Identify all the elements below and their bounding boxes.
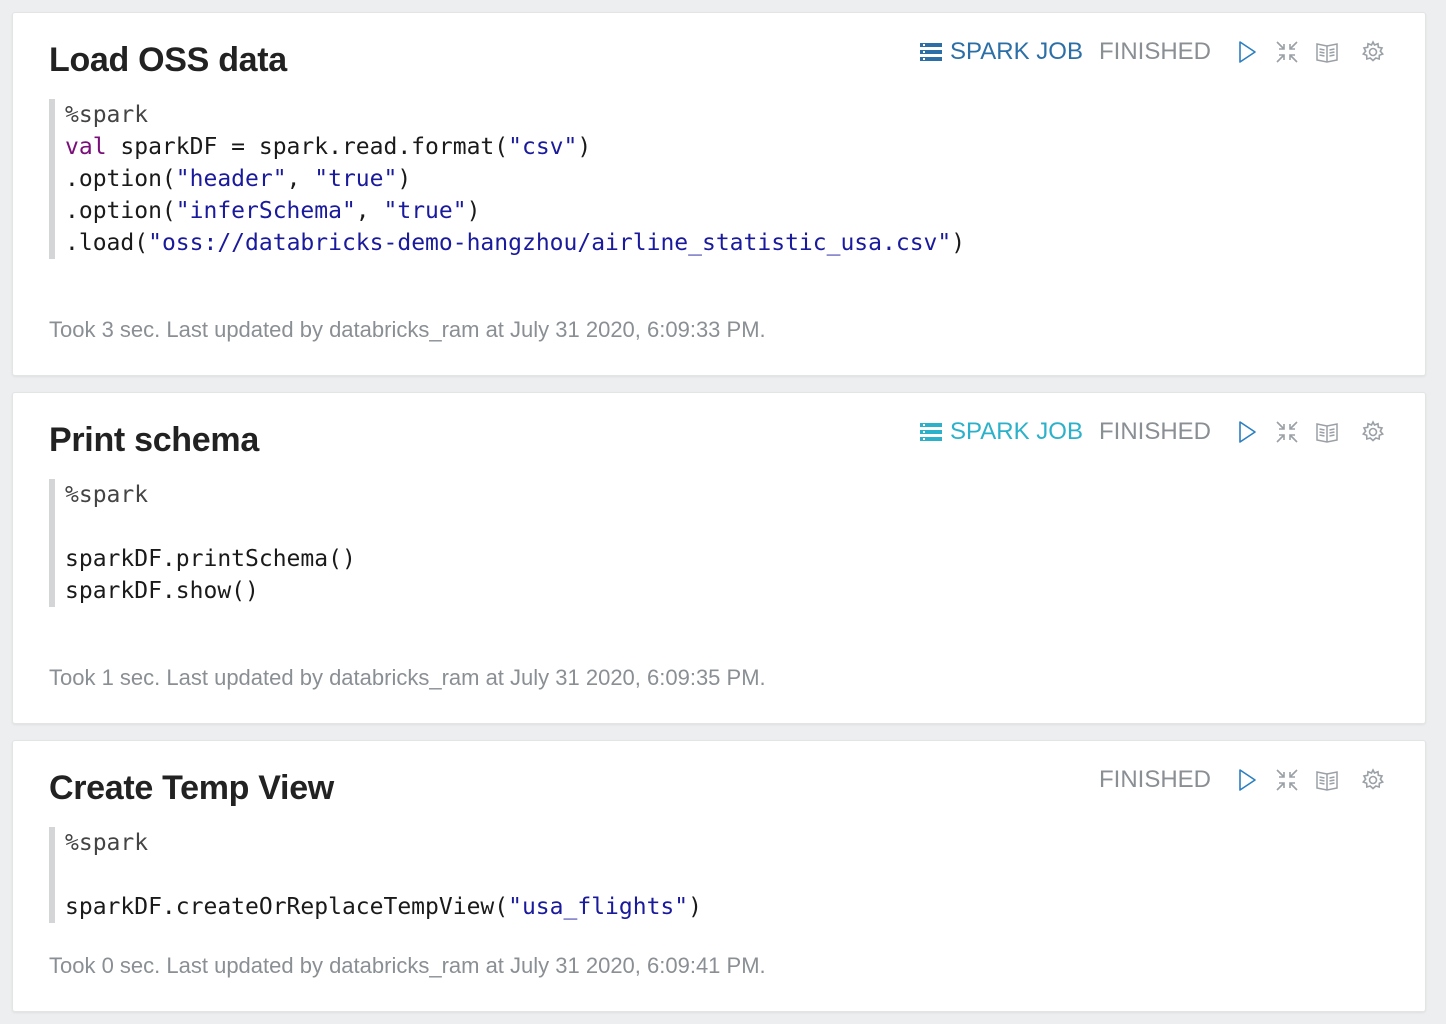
code-token: .load(: [65, 230, 149, 256]
code-editor[interactable]: %spark val sparkDF = spark.read.format("c…: [49, 99, 1395, 259]
spark-job-button[interactable]: SPARK JOB: [920, 418, 1083, 446]
spark-job-button[interactable]: SPARK JOB: [920, 38, 1083, 66]
code-line: sparkDF.createOrReplaceTempView("usa_fli…: [65, 891, 1395, 923]
code-token: "usa_flights": [508, 894, 689, 920]
paragraph-footer: Took 1 sec. Last updated by databricks_r…: [49, 665, 766, 690]
code-token: "csv": [508, 134, 578, 160]
paragraph-title: Create Temp View: [49, 769, 334, 807]
paragraph-print-schema: Print schema SPARK JOB FINISHED %spark sp…: [12, 392, 1426, 724]
code-token: ): [688, 894, 702, 920]
code-token: "inferSchema": [175, 198, 356, 224]
code-line: .load("oss://databricks-demo-hangzhou/ai…: [65, 227, 1395, 259]
code-token: .option(: [65, 166, 176, 192]
code-token: sparkDF.createOrReplaceTempView(: [65, 894, 509, 920]
gear-icon[interactable]: [1361, 768, 1385, 792]
code-line: %spark: [65, 99, 1395, 131]
book-icon[interactable]: [1315, 768, 1339, 792]
gear-icon[interactable]: [1361, 40, 1385, 64]
code-line: %spark: [65, 479, 1395, 511]
code-token: "header": [175, 166, 287, 192]
code-token: "true": [314, 166, 398, 192]
code-token: %spark: [65, 830, 149, 856]
collapse-icon[interactable]: [1275, 40, 1299, 64]
paragraph-create-temp-view: Create Temp View FINISHED %spark sparkDF.…: [12, 740, 1426, 1012]
collapse-icon[interactable]: [1275, 420, 1299, 444]
spark-job-label: SPARK JOB: [950, 418, 1083, 445]
spark-job-icon: [920, 423, 943, 441]
code-line: sparkDF.show(): [65, 575, 1395, 607]
status-label: FINISHED: [1098, 766, 1211, 793]
code-token: sparkDF.show(): [65, 578, 259, 604]
paragraph-footer: Took 3 sec. Last updated by databricks_r…: [49, 317, 766, 342]
code-line: .option("header", "true"): [65, 163, 1395, 195]
code-line: .option("inferSchema", "true"): [65, 195, 1395, 227]
run-icon[interactable]: [1235, 768, 1259, 792]
code-token: ): [466, 198, 481, 224]
code-token: ): [577, 134, 592, 160]
book-icon[interactable]: [1315, 420, 1339, 444]
code-token: ,: [355, 198, 384, 224]
paragraph-controls: SPARK JOB FINISHED: [920, 37, 1385, 67]
paragraph-title: Print schema: [49, 421, 259, 459]
gear-icon[interactable]: [1361, 420, 1385, 444]
spark-job-icon: [920, 43, 943, 61]
code-token: ): [951, 230, 966, 256]
run-icon[interactable]: [1235, 420, 1259, 444]
collapse-icon[interactable]: [1275, 768, 1299, 792]
spark-job-label: SPARK JOB: [950, 38, 1083, 65]
code-token: %spark: [65, 102, 149, 128]
code-token: sparkDF.printSchema(): [65, 546, 356, 572]
code-token: %spark: [65, 482, 149, 508]
code-token: sparkDF = spark.read.format(: [106, 134, 509, 160]
paragraph-controls: SPARK JOB FINISHED: [920, 417, 1385, 447]
paragraph-title: Load OSS data: [49, 41, 287, 79]
code-line: val sparkDF = spark.read.format("csv"): [65, 131, 1395, 163]
code-line: sparkDF.printSchema(): [65, 543, 1395, 575]
paragraph-controls: FINISHED: [1099, 765, 1385, 795]
code-token: ,: [286, 166, 315, 192]
code-token: "true": [383, 198, 467, 224]
paragraph-load-oss-data: Load OSS data SPARK JOB FINISHED %spark v…: [12, 12, 1426, 376]
status-label: FINISHED: [1098, 418, 1211, 445]
code-token: "oss://databricks-demo-hangzhou/airline_…: [148, 230, 952, 256]
book-icon[interactable]: [1315, 40, 1339, 64]
code-token: ): [397, 166, 412, 192]
paragraph-footer: Took 0 sec. Last updated by databricks_r…: [49, 953, 766, 978]
status-label: FINISHED: [1098, 38, 1211, 65]
run-icon[interactable]: [1235, 40, 1259, 64]
code-editor[interactable]: %spark sparkDF.createOrReplaceTempView("u…: [49, 827, 1395, 923]
code-token: .option(: [65, 198, 176, 224]
code-token: val: [65, 134, 107, 160]
code-line: %spark: [65, 827, 1395, 859]
code-editor[interactable]: %spark sparkDF.printSchema() sparkDF.show(…: [49, 479, 1395, 607]
